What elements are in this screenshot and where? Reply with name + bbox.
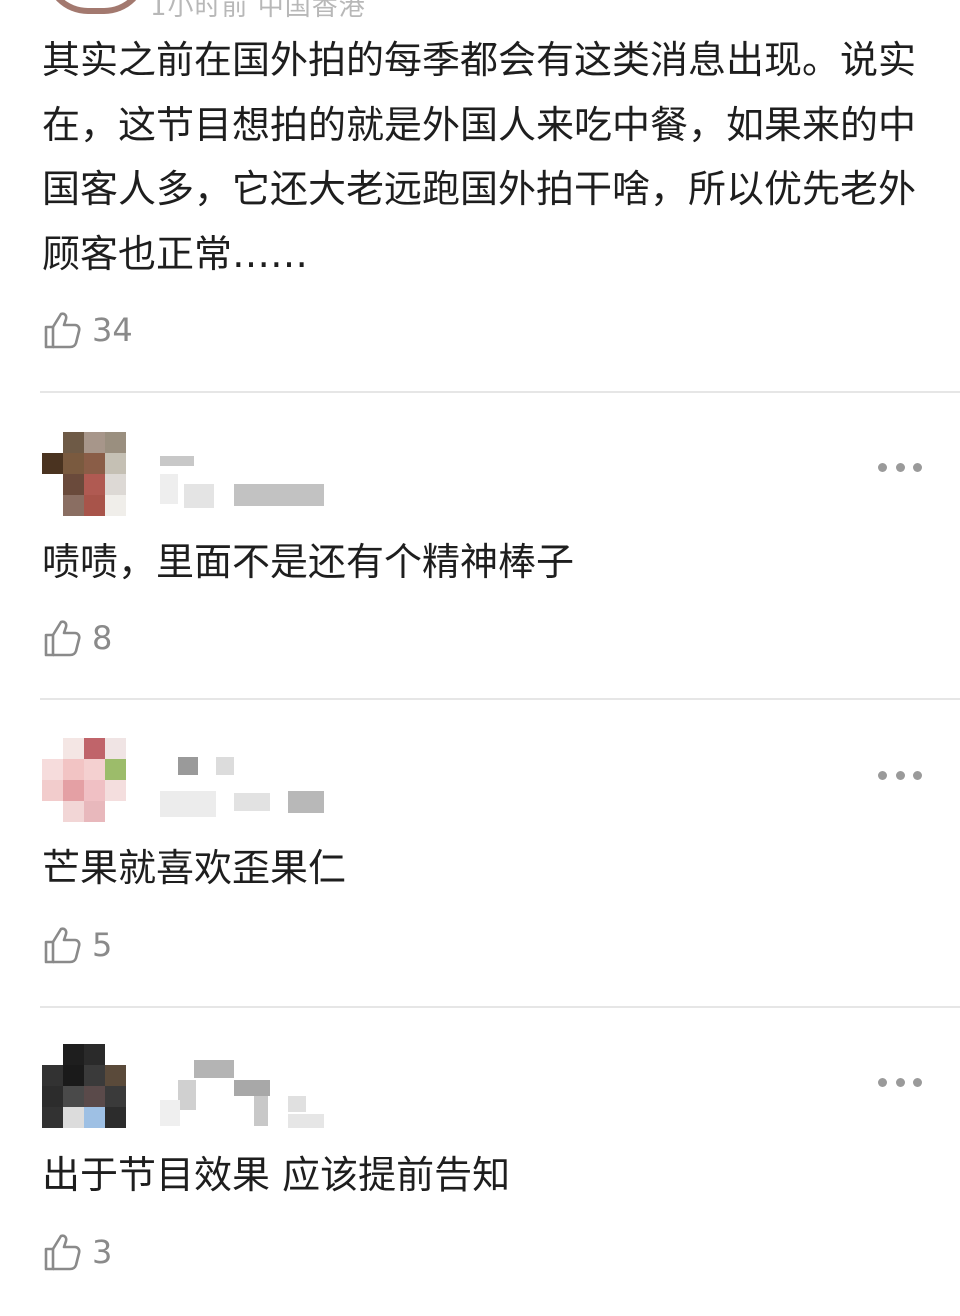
user-avatar[interactable]	[42, 432, 126, 516]
like-count: 34	[92, 311, 133, 349]
thumbs-up-icon	[44, 312, 81, 349]
user-avatar[interactable]	[42, 1044, 126, 1128]
like-button[interactable]: 8	[42, 616, 112, 660]
divider	[40, 391, 960, 393]
like-count: 5	[92, 926, 113, 964]
user-avatar[interactable]	[44, 0, 148, 14]
comment-text: 啧啧，里面不是还有个精神棒子	[42, 540, 575, 584]
comment-text: 其实之前在国外拍的每季都会有这类消息出现。说实在，这节目想拍的就是外国人来吃中餐…	[42, 38, 917, 276]
more-dots-icon[interactable]	[878, 461, 922, 473]
username-blurred[interactable]	[160, 450, 330, 530]
thumbs-up-icon	[44, 620, 81, 657]
divider	[40, 698, 960, 700]
more-dots-icon[interactable]	[878, 1076, 922, 1088]
username-blurred[interactable]	[160, 755, 330, 835]
comment-text: 出于节目效果 应该提前告知	[42, 1153, 511, 1197]
like-button[interactable]: 3	[42, 1230, 112, 1274]
like-button[interactable]: 5	[42, 923, 112, 967]
username-blurred[interactable]	[160, 1060, 330, 1140]
comment-text: 芒果就喜欢歪果仁	[42, 846, 347, 890]
comment-meta: 1小时前 中国香港	[150, 0, 366, 22]
thumbs-up-icon	[44, 927, 81, 964]
divider	[40, 1006, 960, 1008]
thumbs-up-icon	[44, 1234, 81, 1271]
like-button[interactable]: 34	[42, 308, 133, 352]
user-avatar[interactable]	[42, 738, 126, 822]
like-count: 8	[92, 619, 113, 657]
more-dots-icon[interactable]	[878, 769, 922, 781]
like-count: 3	[92, 1233, 113, 1271]
